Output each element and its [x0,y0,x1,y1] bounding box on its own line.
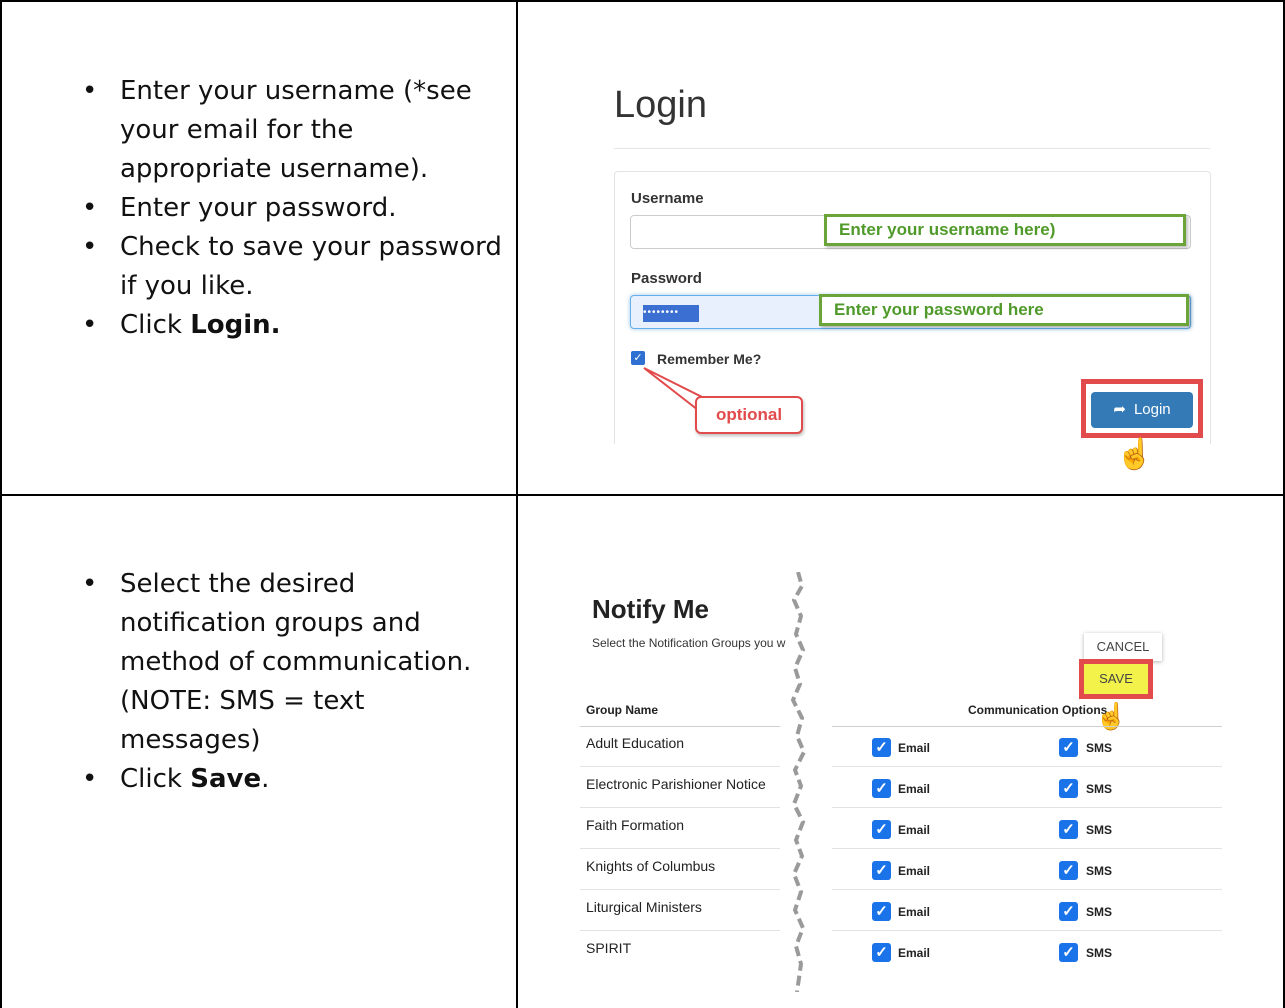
row-line [832,930,1222,931]
notify-instructions: Select the desired notification groups a… [82,565,508,799]
optional-callout: optional [695,396,803,434]
sms-label: SMS [1086,782,1113,796]
email-label: Email [898,864,931,878]
row-line [580,807,780,808]
email-checkbox[interactable]: ✓ [872,902,891,921]
notify-title: Notify Me [592,594,709,624]
share-arrow-icon: ➦ [1113,401,1126,418]
remember-me-checkbox[interactable]: ✓ [631,351,645,365]
email-checkbox[interactable]: ✓ [872,943,891,962]
sms-label: SMS [1086,823,1113,837]
divider [614,148,1210,149]
group-name: Electronic Parishioner Notice [586,776,766,792]
communication-options-header: Communication Options [968,703,1108,717]
sms-checkbox[interactable]: ✓ [1059,902,1078,921]
instruction-item: Check to save your password if you like. [82,228,508,306]
email-label: Email [898,823,931,837]
password-label: Password [631,270,702,287]
cancel-button[interactable]: CANCEL [1084,633,1162,661]
row-line [832,807,1222,808]
email-checkbox[interactable]: ✓ [872,861,891,880]
torn-edge [790,572,807,992]
row-line [580,930,780,931]
sms-checkbox[interactable]: ✓ [1059,820,1078,839]
save-button[interactable]: SAVE [1084,664,1148,694]
group-name: Knights of Columbus [586,858,716,874]
sms-label: SMS [1086,946,1113,960]
sms-label: SMS [1086,864,1113,878]
email-label: Email [898,946,931,960]
email-checkbox[interactable]: ✓ [872,738,891,757]
email-checkbox[interactable]: ✓ [872,820,891,839]
username-hint: Enter your username here) [824,214,1186,246]
sms-checkbox[interactable]: ✓ [1059,861,1078,880]
notify-subtitle: Select the Notification Groups you w [592,636,786,650]
password-value: •••••••• [643,305,699,322]
instruction-item: Select the desired notification groups a… [82,565,508,760]
table-row-divider [0,494,1285,496]
sms-label: SMS [1086,741,1113,755]
email-checkbox[interactable]: ✓ [872,779,891,798]
email-label: Email [898,782,931,796]
login-button[interactable]: ➦ Login [1091,392,1193,428]
instruction-item: Click Login. [82,306,508,345]
sms-checkbox[interactable]: ✓ [1059,738,1078,757]
group-name-header: Group Name [586,703,659,717]
group-name: Faith Formation [586,817,685,833]
table-border-top [0,0,1285,2]
email-label: Email [898,905,931,919]
group-name: SPIRIT [586,940,632,956]
login-instructions: Enter your username (*see your email for… [82,72,508,345]
row-line [832,848,1222,849]
sms-checkbox[interactable]: ✓ [1059,943,1078,962]
instruction-item: Click Save. [82,760,508,799]
sms-checkbox[interactable]: ✓ [1059,779,1078,798]
group-name: Adult Education [586,735,685,751]
header-line [832,726,1222,727]
row-line [580,848,780,849]
row-line [580,889,780,890]
password-hint: Enter your password here [819,294,1189,326]
header-line [580,726,780,727]
instruction-item: Enter your username (*see your email for… [82,72,508,189]
group-name: Liturgical Ministers [586,899,702,915]
username-label: Username [631,190,704,207]
email-label: Email [898,741,931,755]
table-column-divider [516,0,518,1008]
sms-label: SMS [1086,905,1113,919]
login-title: Login [614,84,707,126]
instruction-item: Enter your password. [82,189,508,228]
row-line [832,889,1222,890]
row-line [580,766,780,767]
hand-cursor-icon: ☝ [1116,438,1154,471]
row-line [832,766,1222,767]
table-border-left [0,0,2,1008]
